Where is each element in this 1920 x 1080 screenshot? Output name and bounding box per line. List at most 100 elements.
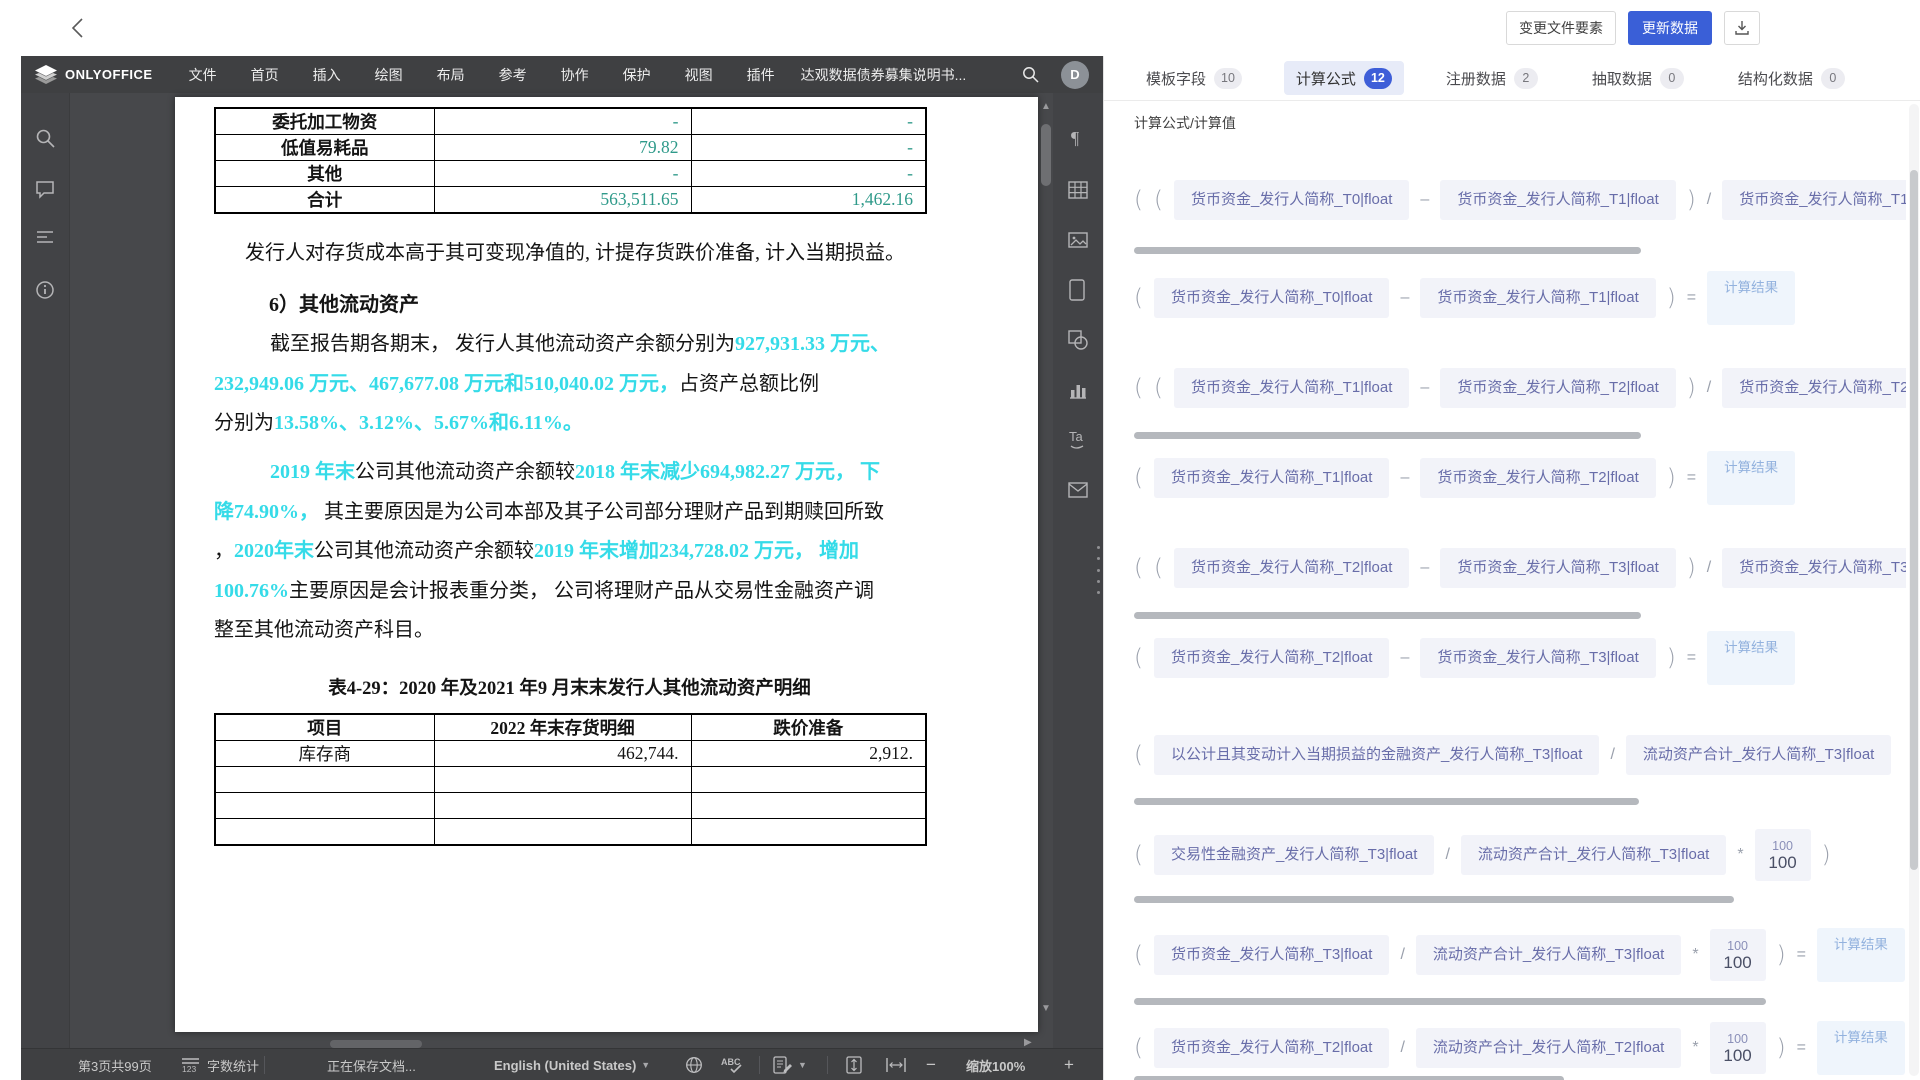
menu-item-6[interactable]: 协作 [561,65,589,85]
info-icon[interactable] [35,280,55,300]
change-file-elements-button[interactable]: 变更文件要素 [1506,11,1616,45]
field-chip[interactable]: 货币资金_发行人简称_T0|float [1154,278,1389,318]
image-icon[interactable] [1068,230,1088,250]
field-chip[interactable]: 货币资金_发行人简称_T2|float [1420,458,1655,498]
zoom-level[interactable]: 缩放100% [966,1049,1025,1080]
navigation-icon[interactable] [35,228,55,248]
row-scrollbar[interactable] [1134,798,1639,805]
field-chip[interactable]: 货币资金_发行人简称_T1|float [1420,278,1655,318]
track-changes-icon[interactable]: ▼ [773,1049,807,1080]
page-icon[interactable] [1068,279,1086,301]
field-chip[interactable]: 流动资产合计_发行人简称_T3|float [1626,735,1891,775]
tab-抽取数据[interactable]: 抽取数据0 [1580,61,1696,95]
field-chip[interactable]: 货币资金_发行人简称_T2|float [1154,1028,1389,1068]
fit-page-icon[interactable] [845,1049,863,1080]
mail-merge-icon[interactable] [1068,482,1088,498]
result-chip[interactable]: 计算结果 [1707,271,1795,325]
panel-scrollbar-thumb[interactable] [1910,170,1918,870]
spellcheck-icon[interactable]: ABC [721,1049,743,1080]
scroll-up-icon[interactable]: ▲ [1041,102,1051,112]
panel-scrollbar[interactable] [1909,104,1919,1076]
fit-width-icon[interactable] [886,1049,906,1080]
constant-chip[interactable]: 100100 [1710,1022,1766,1074]
field-chip[interactable]: 货币资金_发行人简称_T1|float [1174,368,1409,408]
row-scrollbar[interactable] [1134,612,1641,619]
field-chip[interactable]: 货币资金_发行人简称_T3|float [1420,638,1655,678]
constant-chip[interactable]: 100100 [1755,829,1811,881]
menu-item-8[interactable]: 视图 [685,65,713,85]
search-icon[interactable] [35,128,55,148]
menu-item-4[interactable]: 布局 [437,65,465,85]
textart-icon[interactable]: Ta [1068,428,1090,450]
result-chip[interactable]: 计算结果 [1817,928,1905,982]
menu-item-7[interactable]: 保护 [623,65,651,85]
menu-item-10[interactable]: 达观数据债券募集说明书... [801,65,967,85]
field-chip[interactable]: 货币资金_发行人简称_T1|float [1722,180,1906,220]
tab-模板字段[interactable]: 模板字段10 [1134,61,1254,95]
tab-计算公式[interactable]: 计算公式12 [1284,61,1404,95]
menu-item-1[interactable]: 首页 [251,65,279,85]
table-caption[interactable]: 表4-29：2020 年及2021 年9 月末末发行人其他流动资产明细 [214,674,925,700]
field-chip[interactable]: 交易性金融资产_发行人简称_T3|float [1154,835,1434,875]
menu-item-9[interactable]: 插件 [747,65,775,85]
panel-resize-handle[interactable] [1097,546,1102,594]
paragraph[interactable]: 2019 年末公司其他流动资产余额较2018 年末减少694,982.27 万元… [214,453,914,651]
download-button[interactable] [1724,11,1760,45]
result-chip[interactable]: 计算结果 [1817,1021,1905,1075]
language-selector[interactable]: English (United States)▼ [494,1049,650,1080]
row-scrollbar[interactable] [1134,896,1734,903]
field-chip[interactable]: 货币资金_发行人简称_T3|float [1154,935,1389,975]
set-language-icon[interactable] [685,1049,703,1080]
menu-item-5[interactable]: 参考 [499,65,527,85]
field-chip[interactable]: 货币资金_发行人简称_T0|float [1174,180,1409,220]
field-chip[interactable]: 货币资金_发行人简称_T3|float [1440,548,1675,588]
word-count-icon[interactable]: 123 [181,1049,200,1080]
search-icon[interactable] [1022,66,1039,83]
divider [1104,100,1920,101]
menu-item-2[interactable]: 插入 [313,65,341,85]
field-chip[interactable]: 货币资金_发行人简称_T1|float [1154,458,1389,498]
field-chip[interactable]: 流动资产合计_发行人简称_T3|float [1461,835,1726,875]
row-scrollbar[interactable] [1134,998,1766,1005]
zoom-out-button[interactable]: − [926,1049,936,1080]
field-chip[interactable]: 流动资产合计_发行人简称_T3|float [1416,935,1681,975]
result-chip[interactable]: 计算结果 [1707,451,1795,505]
field-chip[interactable]: 货币资金_发行人简称_T2|float [1440,368,1675,408]
scroll-down-icon[interactable]: ▼ [1041,1004,1051,1014]
field-chip[interactable]: 货币资金_发行人简称_T2|float [1154,638,1389,678]
horizontal-scrollbar-thumb[interactable] [330,1040,422,1048]
menu-item-0[interactable]: 文件 [189,65,217,85]
page-number-indicator[interactable]: 第3页共99页 [78,1049,152,1080]
tab-结构化数据[interactable]: 结构化数据0 [1726,61,1857,95]
chart-icon[interactable] [1068,380,1088,400]
field-chip[interactable]: 流动资产合计_发行人简称_T2|float [1416,1028,1681,1068]
field-chip[interactable]: 货币资金_发行人简称_T2|float [1174,548,1409,588]
update-data-button[interactable]: 更新数据 [1628,11,1712,45]
user-avatar[interactable]: D [1061,61,1089,89]
comment-icon[interactable] [35,179,55,199]
paragraph[interactable]: 发行人对存货成本高于其可变现净值的, 计提存货跌价准备, 计入当期损益。 [245,234,925,274]
document-page[interactable]: 委托加工物资--低值易耗品79.82-其他--合计563,511.651,462… [175,97,1038,1032]
constant-chip[interactable]: 100100 [1710,929,1766,981]
table-icon[interactable] [1068,180,1088,200]
field-chip[interactable]: 货币资金_发行人简称_T2|float [1722,368,1906,408]
tab-count-badge: 2 [1514,68,1538,89]
result-chip[interactable]: 计算结果 [1707,631,1795,685]
tab-注册数据[interactable]: 注册数据2 [1434,61,1550,95]
row-scrollbar[interactable] [1134,247,1641,254]
word-count-label[interactable]: 字数统计 [207,1049,259,1080]
scroll-right-icon[interactable]: ▶ [1024,1038,1032,1048]
zoom-in-button[interactable]: + [1064,1049,1074,1080]
field-chip[interactable]: 以公计且其变动计入当期损益的金融资产_发行人简称_T3|float [1154,735,1599,775]
subheading[interactable]: 6）其他流动资产 [269,288,419,317]
row-scrollbar[interactable] [1134,1076,1564,1080]
back-icon[interactable] [66,15,92,41]
menu-item-3[interactable]: 绘图 [375,65,403,85]
field-chip[interactable]: 货币资金_发行人简称_T1|float [1440,180,1675,220]
paragraph-icon[interactable]: ¶ [1068,127,1088,149]
shape-icon[interactable] [1068,330,1088,350]
paragraph[interactable]: 截至报告期各期末， 发行人其他流动资产余额分别为927,931.33 万元、23… [214,325,914,444]
field-chip[interactable]: 货币资金_发行人简称_T3|float [1722,548,1906,588]
row-scrollbar[interactable] [1134,432,1641,439]
vertical-scrollbar-thumb[interactable] [1041,124,1051,186]
